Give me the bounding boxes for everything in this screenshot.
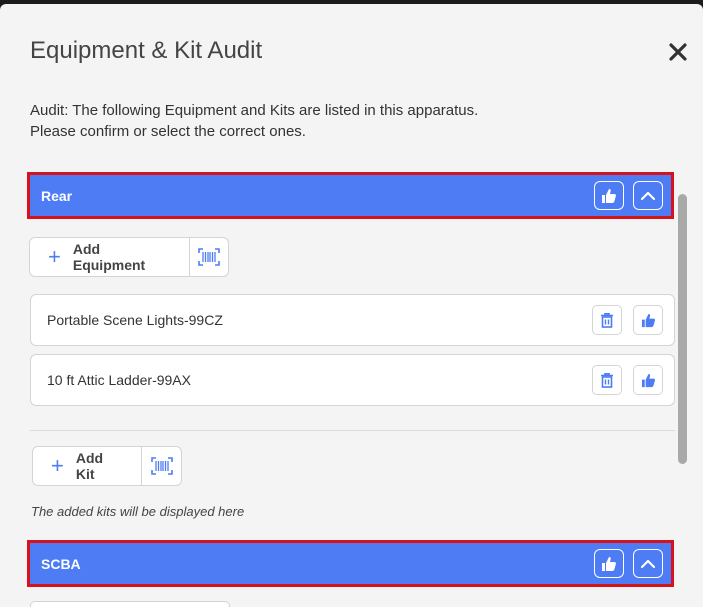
confirm-section-button[interactable] — [594, 549, 624, 578]
plus-icon: + — [48, 244, 61, 269]
equipment-item-label: Portable Scene Lights-99CZ — [47, 312, 223, 328]
scrollbar-thumb[interactable] — [678, 194, 687, 464]
thumbs-up-icon — [641, 313, 655, 327]
description-line-2: Please confirm or select the correct one… — [30, 123, 306, 140]
equipment-item-label: 10 ft Attic Ladder-99AX — [47, 372, 191, 388]
add-kit-button[interactable]: + Add Kit — [33, 447, 143, 485]
confirm-section-button[interactable] — [594, 181, 624, 210]
close-icon — [669, 43, 687, 61]
kits-note: The added kits will be displayed here — [31, 504, 245, 519]
trash-icon — [601, 313, 613, 328]
scan-equipment-button[interactable] — [190, 238, 228, 276]
section-title: Rear — [41, 187, 73, 204]
section-divider — [30, 430, 675, 431]
delete-item-button[interactable] — [592, 365, 622, 395]
section-title: SCBA — [41, 555, 81, 572]
equipment-item: Portable Scene Lights-99CZ — [30, 294, 675, 346]
trash-icon — [601, 373, 613, 388]
audit-description: Audit: The following Equipment and Kits … — [30, 100, 478, 142]
barcode-scan-icon — [150, 457, 173, 475]
add-equipment-group-partial — [30, 601, 230, 607]
delete-item-button[interactable] — [592, 305, 622, 335]
collapse-section-button[interactable] — [633, 549, 663, 578]
plus-icon: + — [51, 453, 64, 478]
section-header-scba[interactable]: SCBA — [27, 540, 674, 587]
add-kit-group: + Add Kit — [32, 446, 182, 486]
add-equipment-button[interactable]: + Add Equipment — [30, 238, 190, 276]
description-line-1: Audit: The following Equipment and Kits … — [30, 102, 479, 119]
thumbs-up-icon — [602, 556, 616, 571]
barcode-scan-icon — [198, 248, 220, 266]
equipment-item: 10 ft Attic Ladder-99AX — [30, 354, 675, 406]
chevron-up-icon — [640, 559, 656, 568]
add-kit-label: Add Kit — [75, 450, 104, 482]
modal-title: Equipment & Kit Audit — [30, 37, 263, 64]
confirm-item-button[interactable] — [633, 365, 663, 395]
add-equipment-group: + Add Equipment — [29, 237, 229, 277]
add-equipment-label: Add Equipment — [72, 241, 146, 273]
close-button[interactable] — [666, 40, 690, 64]
confirm-item-button[interactable] — [633, 305, 663, 335]
scan-kit-button[interactable] — [142, 447, 181, 485]
collapse-section-button[interactable] — [633, 181, 663, 210]
thumbs-up-icon — [641, 373, 655, 387]
thumbs-up-icon — [602, 188, 616, 203]
chevron-up-icon — [640, 191, 656, 200]
section-header-rear[interactable]: Rear — [27, 172, 674, 219]
